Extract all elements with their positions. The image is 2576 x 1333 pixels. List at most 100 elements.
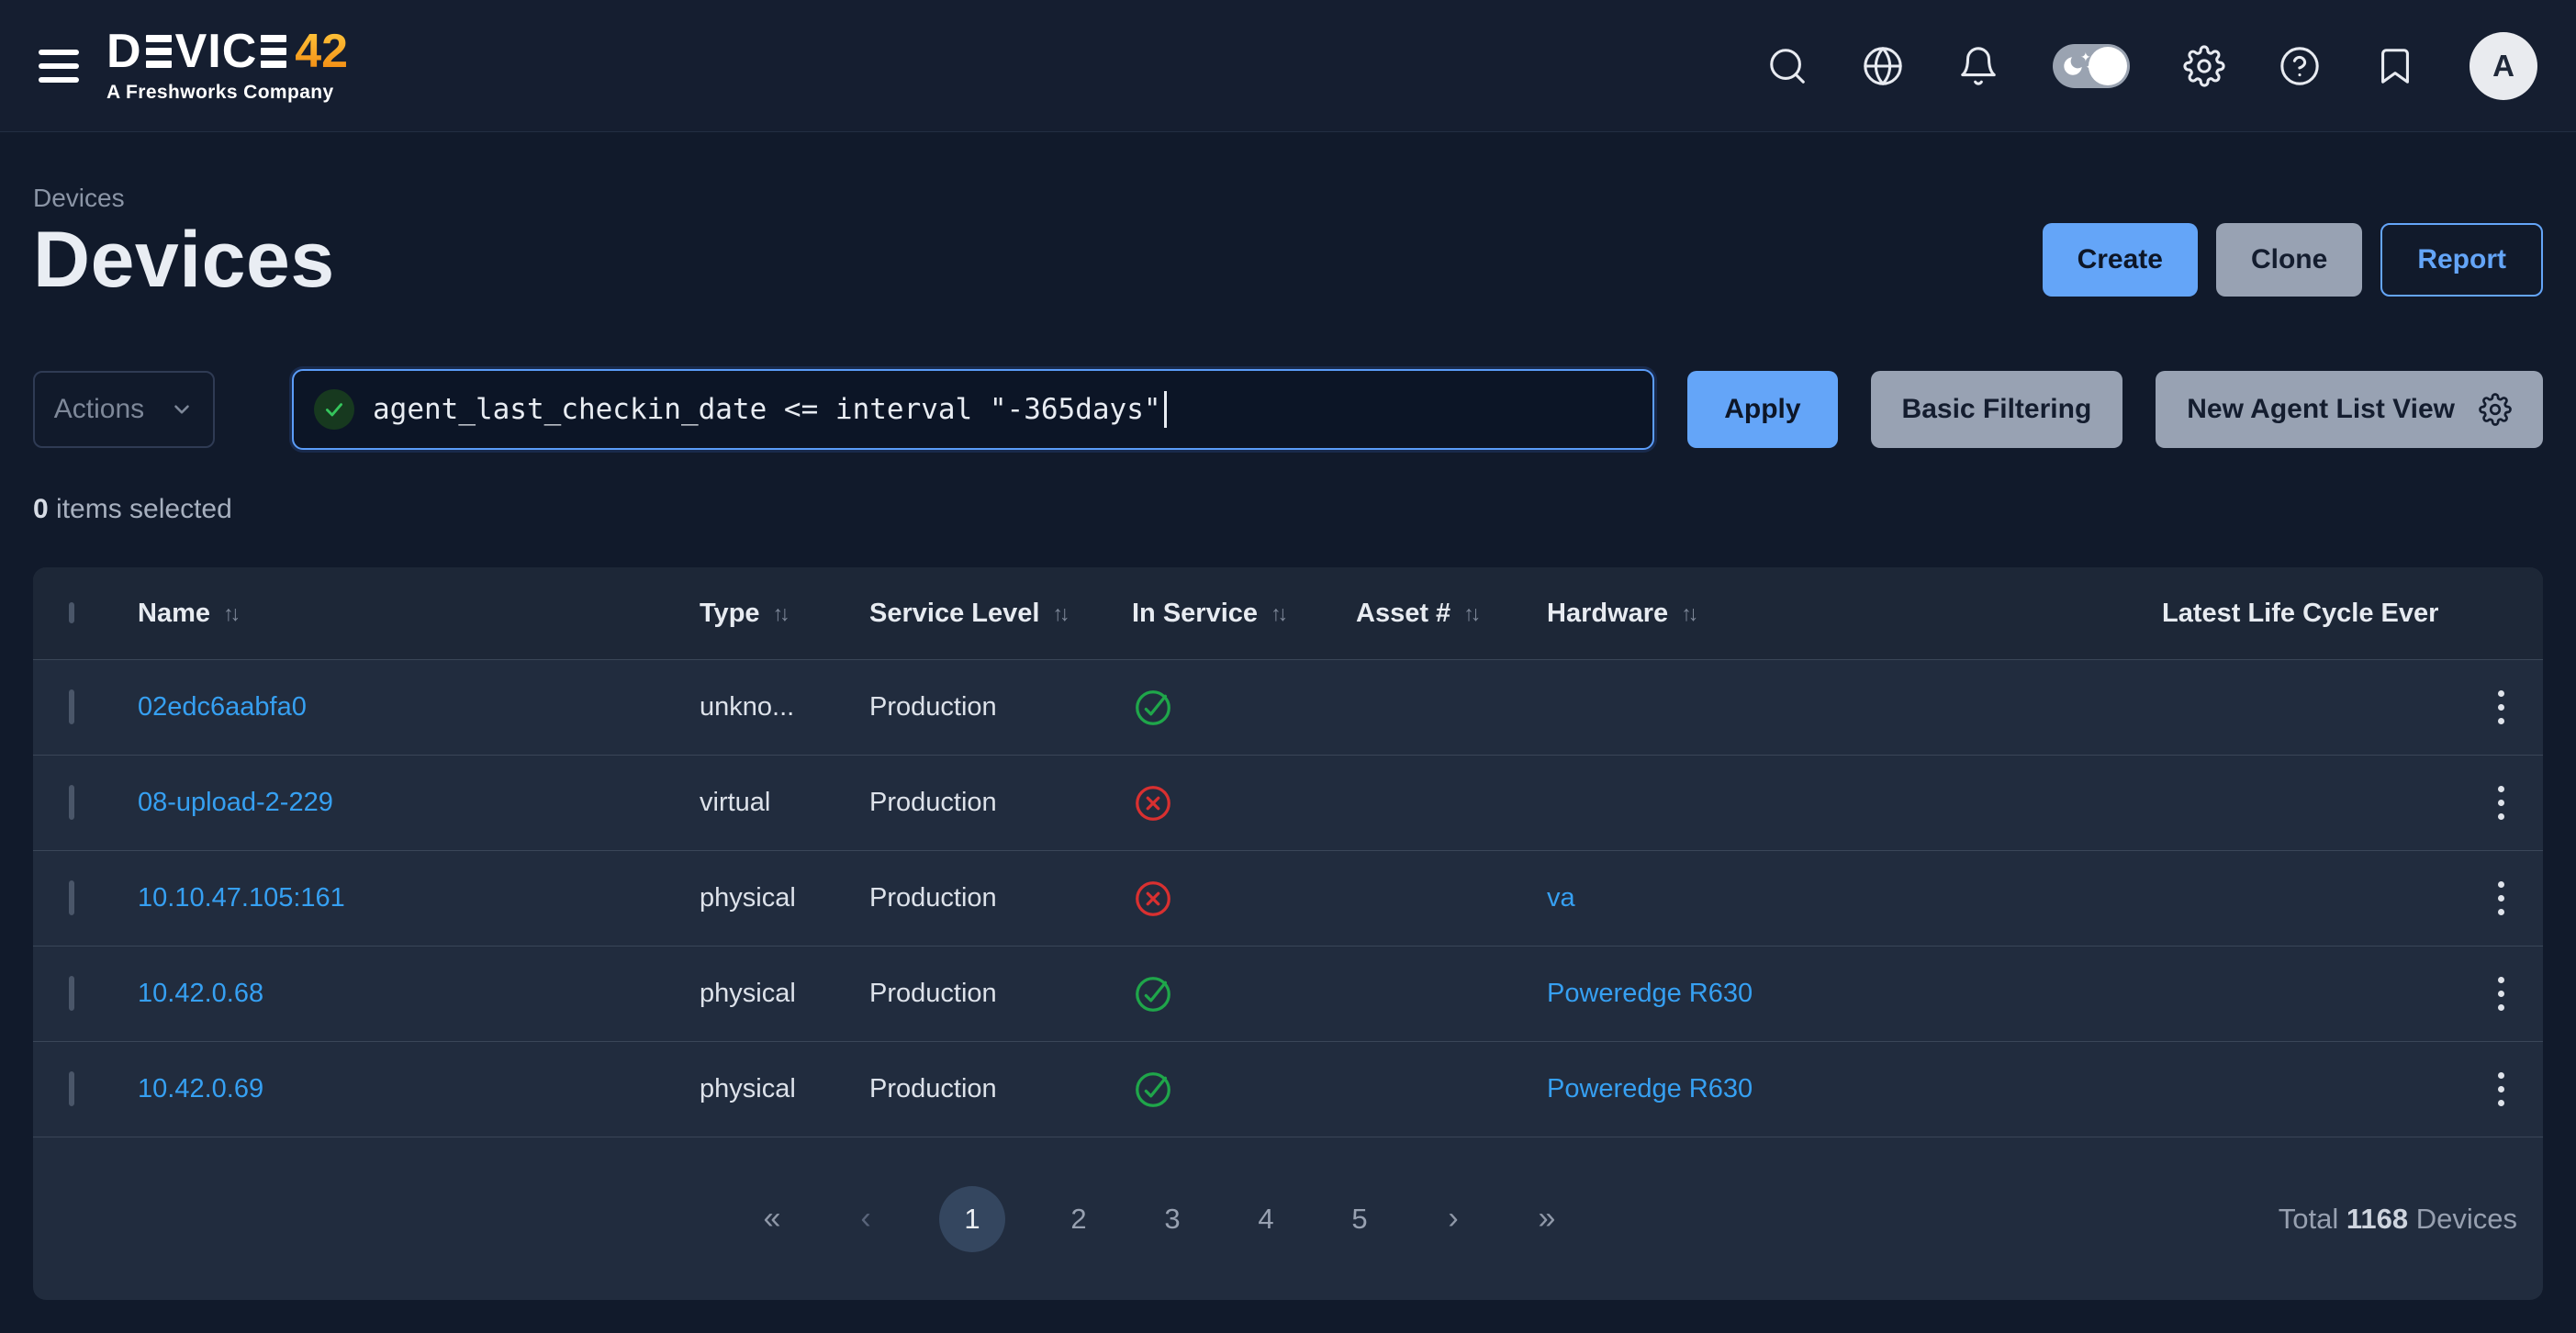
sort-icon: ↑↓ bbox=[1052, 601, 1070, 626]
row-checkbox[interactable] bbox=[69, 785, 74, 820]
basic-filtering-button[interactable]: Basic Filtering bbox=[1871, 371, 2123, 448]
cell-service-level: Production bbox=[869, 1074, 1132, 1104]
row-menu-kebab-icon[interactable] bbox=[2458, 968, 2543, 1020]
select-all-checkbox[interactable] bbox=[69, 602, 74, 623]
create-button[interactable]: Create bbox=[2043, 223, 2198, 297]
in-service-status bbox=[1132, 782, 1356, 824]
pagination: « ‹ 1 2 3 4 5 › » bbox=[752, 1186, 1567, 1252]
row-checkbox[interactable] bbox=[69, 689, 74, 724]
breadcrumb[interactable]: Devices bbox=[33, 184, 125, 213]
settings-gear-icon[interactable] bbox=[2183, 45, 2225, 87]
column-header-hardware[interactable]: Hardware↑↓ bbox=[1547, 599, 1698, 629]
globe-icon[interactable] bbox=[1862, 45, 1904, 87]
row-checkbox[interactable] bbox=[69, 1071, 74, 1106]
filter-row: Actions agent_last_checkin_date <= inter… bbox=[33, 369, 2543, 450]
device-name-link[interactable]: 10.42.0.68 bbox=[138, 979, 263, 1009]
row-menu-kebab-icon[interactable] bbox=[2458, 872, 2543, 924]
pagination-page-1[interactable]: 1 bbox=[939, 1186, 1005, 1252]
x-circle-icon bbox=[1132, 878, 1174, 920]
title-row: Devices Create Clone Report bbox=[33, 220, 2543, 299]
row-checkbox[interactable] bbox=[69, 976, 74, 1011]
device-name-link[interactable]: 10.42.0.69 bbox=[138, 1074, 263, 1104]
sort-icon: ↑↓ bbox=[1271, 601, 1288, 626]
column-header-asset[interactable]: Asset #↑↓ bbox=[1356, 599, 1481, 629]
hardware-link[interactable]: va bbox=[1547, 883, 1575, 913]
check-circle-icon bbox=[1132, 1069, 1174, 1111]
in-service-status bbox=[1132, 973, 1356, 1015]
in-service-status bbox=[1132, 878, 1356, 920]
column-header-service-level[interactable]: Service Level↑↓ bbox=[869, 599, 1070, 629]
logo-tagline: A Freshworks Company bbox=[106, 82, 348, 104]
page-title: Devices bbox=[33, 220, 335, 299]
table-row: 10.42.0.68 physical Production Poweredge… bbox=[33, 946, 2543, 1041]
pagination-page-4[interactable]: 4 bbox=[1246, 1203, 1286, 1236]
user-avatar[interactable]: A bbox=[2470, 32, 2537, 100]
check-circle-icon bbox=[1132, 687, 1174, 729]
logo-letter: C bbox=[222, 28, 258, 75]
apply-button[interactable]: Apply bbox=[1687, 371, 1837, 448]
table-header-row: Name↑↓ Type↑↓ Service Level↑↓ In Service… bbox=[33, 567, 2543, 659]
pagination-prev[interactable]: ‹ bbox=[846, 1201, 886, 1237]
pagination-first[interactable]: « bbox=[752, 1201, 792, 1237]
report-button[interactable]: Report bbox=[2380, 223, 2543, 297]
logo-letter-e-icon bbox=[146, 35, 172, 68]
help-icon[interactable] bbox=[2279, 45, 2321, 87]
column-header-name[interactable]: Name↑↓ bbox=[138, 599, 241, 629]
hardware-link[interactable]: Poweredge R630 bbox=[1547, 1074, 1753, 1104]
actions-dropdown[interactable]: Actions bbox=[33, 371, 215, 448]
row-menu-kebab-icon[interactable] bbox=[2458, 777, 2543, 829]
cell-type: virtual bbox=[700, 788, 869, 818]
dark-mode-toggle[interactable]: ✦ ✦ bbox=[2053, 44, 2130, 88]
table-row: 08-upload-2-229 virtual Production bbox=[33, 755, 2543, 850]
device-name-link[interactable]: 02edc6aabfa0 bbox=[138, 692, 307, 723]
table-row: 10.10.47.105:161 physical Production va bbox=[33, 850, 2543, 946]
filter-buttons: Apply Basic Filtering New Agent List Vie… bbox=[1687, 371, 2543, 448]
total-suffix: Devices bbox=[2408, 1203, 2517, 1235]
column-header-in-service[interactable]: In Service↑↓ bbox=[1132, 599, 1288, 629]
filter-query-input[interactable]: agent_last_checkin_date <= interval "-36… bbox=[292, 369, 1654, 450]
pagination-page-5[interactable]: 5 bbox=[1339, 1203, 1380, 1236]
device-name-link[interactable]: 10.10.47.105:161 bbox=[138, 883, 345, 913]
menu-icon[interactable] bbox=[39, 50, 79, 83]
x-circle-icon bbox=[1132, 782, 1174, 824]
selection-count: 0 bbox=[33, 494, 49, 524]
table-row: 10.42.0.69 physical Production Poweredge… bbox=[33, 1041, 2543, 1137]
new-agent-list-view-button[interactable]: New Agent List View bbox=[2156, 371, 2543, 448]
gear-icon bbox=[2479, 393, 2512, 426]
menu-bar bbox=[39, 63, 79, 69]
sort-icon: ↑↓ bbox=[773, 601, 790, 626]
pagination-page-2[interactable]: 2 bbox=[1058, 1203, 1099, 1236]
filter-query-value: agent_last_checkin_date <= interval "-36… bbox=[373, 393, 1161, 426]
pagination-last[interactable]: » bbox=[1527, 1201, 1567, 1237]
cell-service-level: Production bbox=[869, 692, 1132, 723]
device42-logo[interactable]: D V I C 42 A Freshworks Company bbox=[106, 28, 348, 104]
toggle-knob bbox=[2089, 47, 2127, 85]
row-checkbox[interactable] bbox=[69, 880, 74, 915]
topbar-actions: ✦ ✦ A bbox=[1766, 32, 2537, 100]
devices-table: Name↑↓ Type↑↓ Service Level↑↓ In Service… bbox=[33, 567, 2543, 1300]
bell-icon[interactable] bbox=[1957, 45, 1999, 87]
hardware-link[interactable]: Poweredge R630 bbox=[1547, 979, 1753, 1009]
selection-label: items selected bbox=[49, 494, 232, 524]
pagination-next[interactable]: › bbox=[1433, 1201, 1473, 1237]
query-valid-check-icon bbox=[314, 389, 354, 430]
column-header-lifecycle[interactable]: Latest Life Cycle Ever bbox=[2162, 599, 2438, 629]
table-row: 02edc6aabfa0 unkno... Production bbox=[33, 659, 2543, 755]
logo-letter: D bbox=[106, 28, 142, 75]
row-menu-kebab-icon[interactable] bbox=[2458, 681, 2543, 734]
row-menu-kebab-icon[interactable] bbox=[2458, 1063, 2543, 1115]
sort-icon: ↑↓ bbox=[223, 601, 241, 626]
menu-bar bbox=[39, 50, 79, 55]
bookmark-icon[interactable] bbox=[2374, 45, 2416, 87]
logo-letter: V bbox=[175, 28, 208, 75]
clone-button[interactable]: Clone bbox=[2216, 223, 2362, 297]
text-cursor bbox=[1164, 391, 1167, 428]
device-name-link[interactable]: 08-upload-2-229 bbox=[138, 788, 333, 818]
logo-letter-e-icon bbox=[261, 35, 286, 68]
column-header-type[interactable]: Type↑↓ bbox=[700, 599, 790, 629]
cell-service-level: Production bbox=[869, 883, 1132, 913]
pagination-page-3[interactable]: 3 bbox=[1152, 1203, 1193, 1236]
top-bar: D V I C 42 A Freshworks Company ✦ ✦ bbox=[0, 0, 2576, 132]
search-icon[interactable] bbox=[1766, 45, 1809, 87]
cell-service-level: Production bbox=[869, 979, 1132, 1009]
